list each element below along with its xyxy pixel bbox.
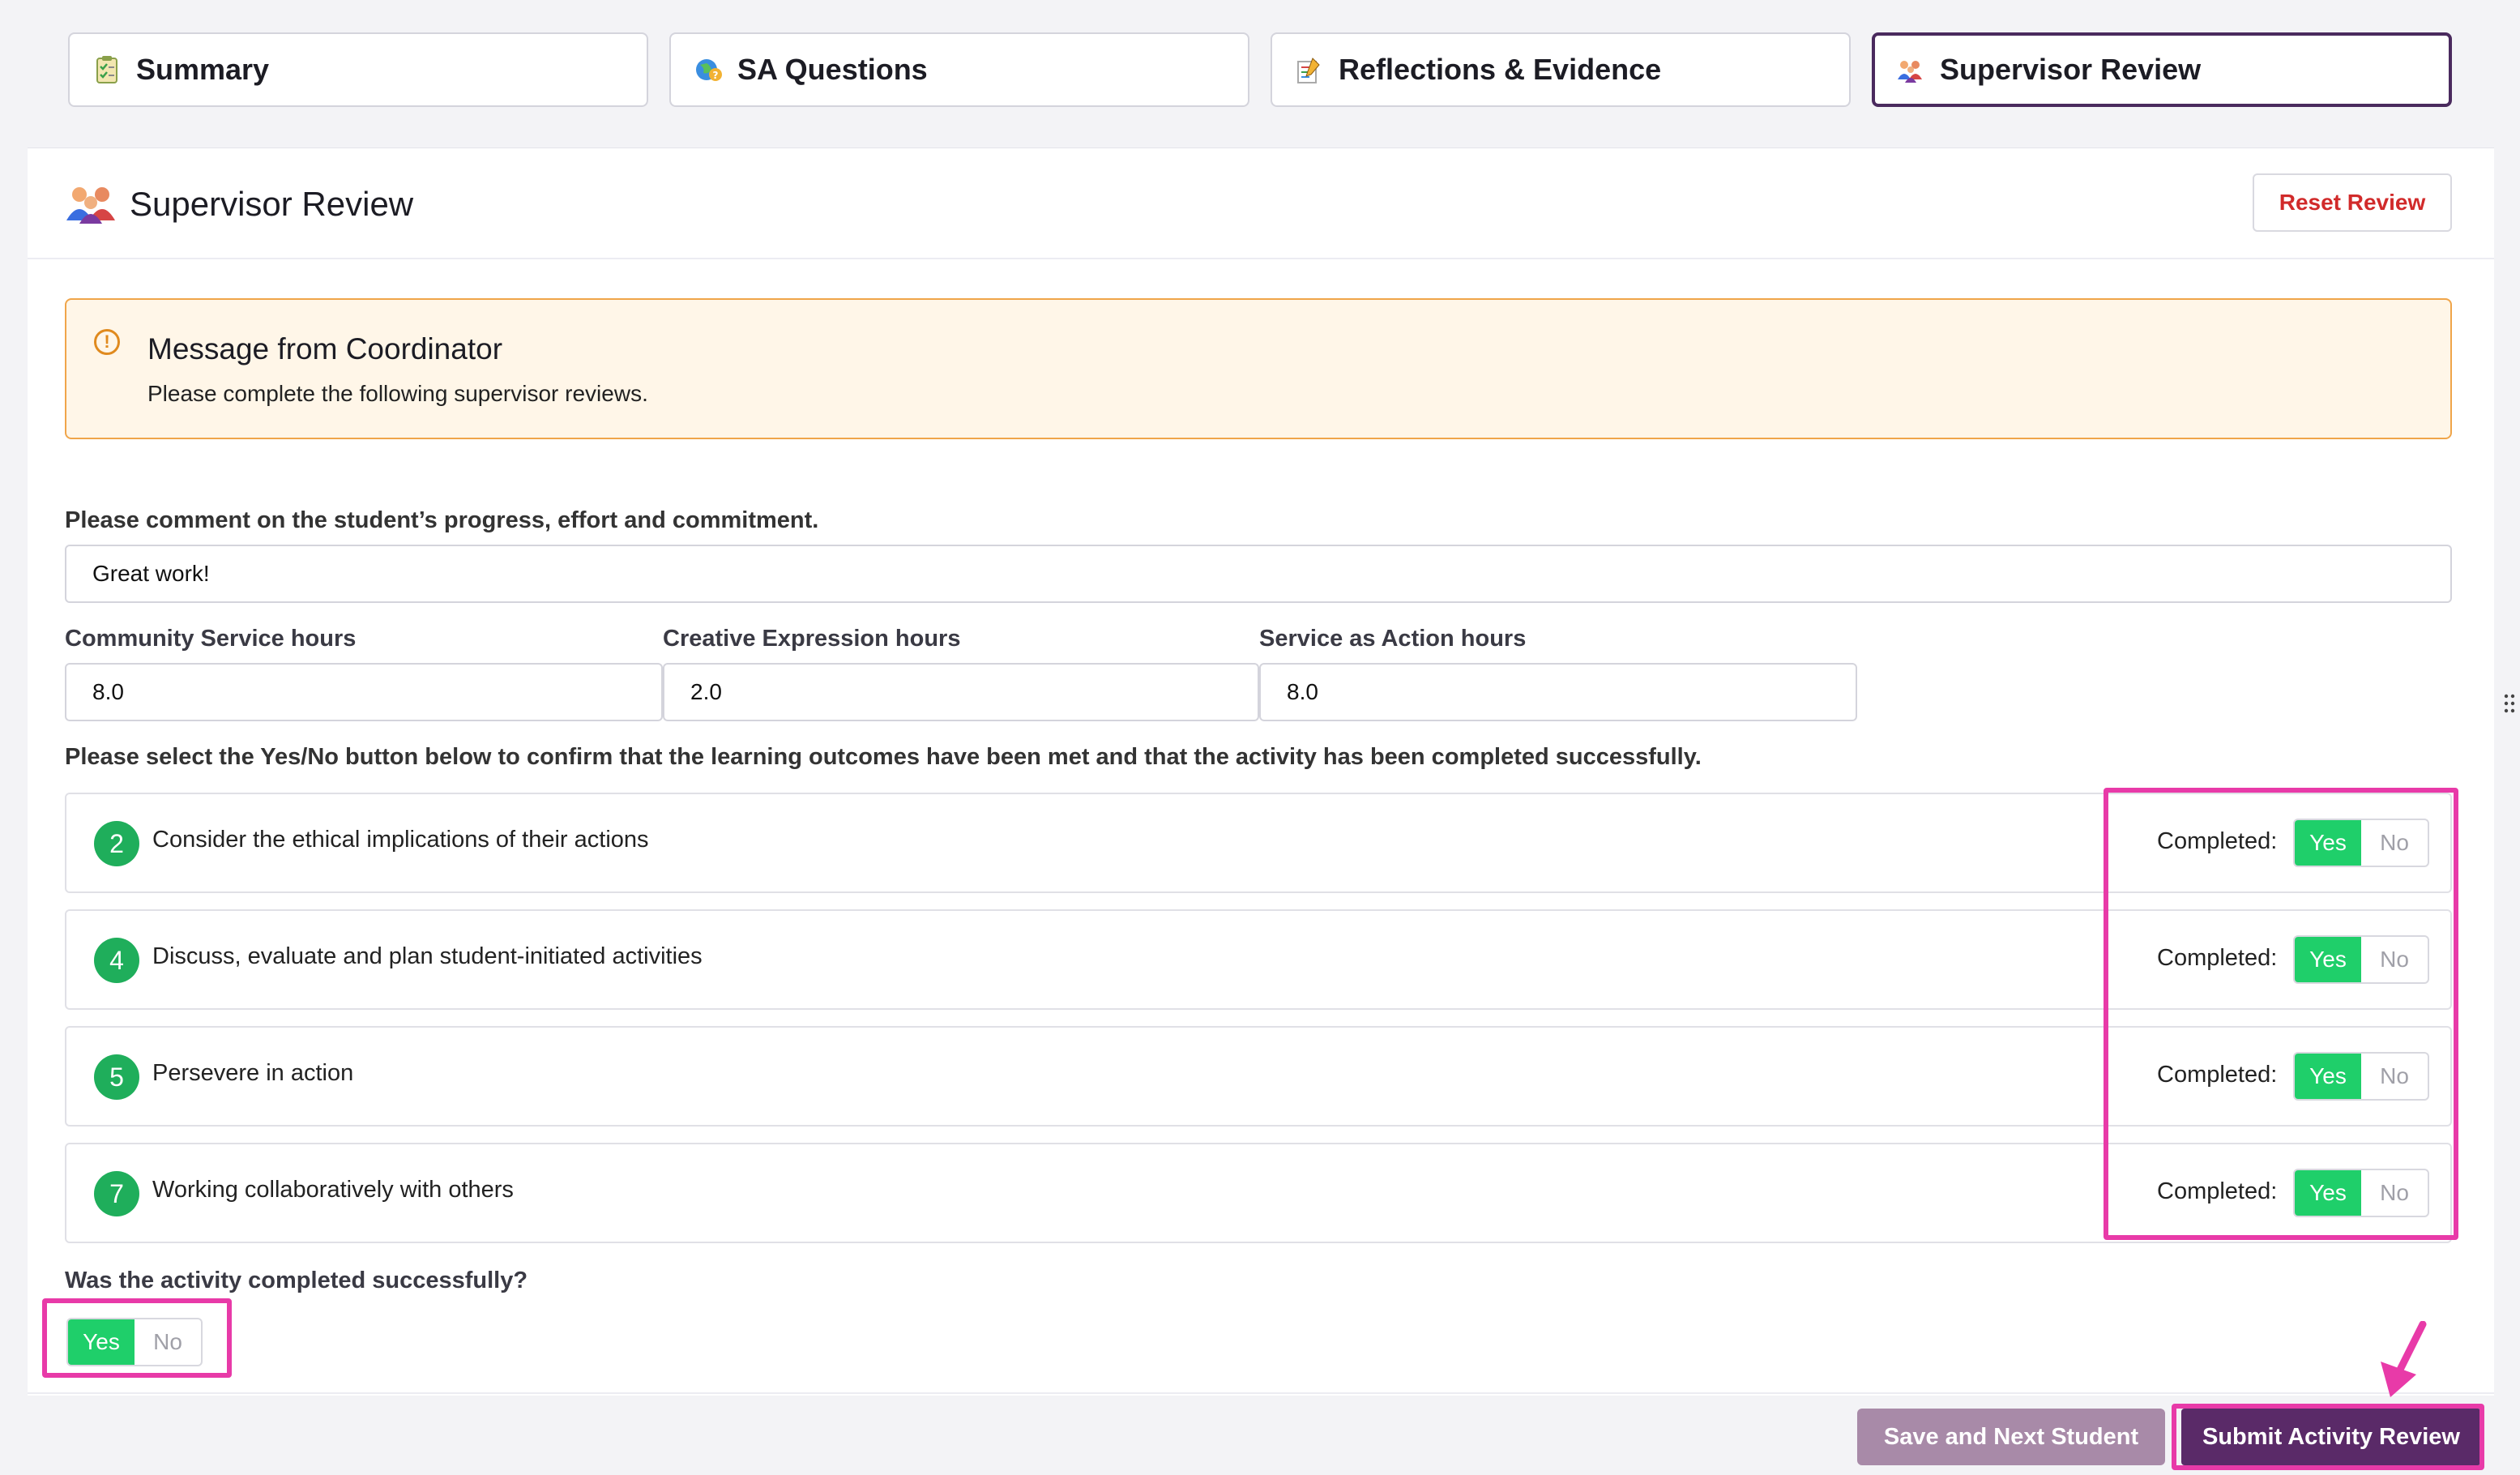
arrow-pointer-icon [2381, 1321, 2427, 1397]
learning-outcome-row: 2 Consider the ethical implications of t… [65, 793, 2452, 893]
people-group-icon [65, 183, 118, 224]
reset-review-button[interactable]: Reset Review [2253, 173, 2452, 232]
outcome-number-badge: 5 [94, 1054, 139, 1100]
learning-outcome-row: 7 Working collaboratively with others Co… [65, 1143, 2452, 1243]
tab-summary[interactable]: Summary [68, 32, 648, 107]
comment-label: Please comment on the student’s progress… [65, 507, 819, 533]
learning-outcome-row: 4 Discuss, evaluate and plan student-ini… [65, 909, 2452, 1010]
community-service-hours-input[interactable]: 8.0 [65, 663, 663, 721]
outcome-text: Persevere in action [152, 1060, 354, 1086]
tab-label: Reflections & Evidence [1339, 53, 1662, 86]
outcome-number-badge: 7 [94, 1171, 139, 1216]
footer-divider [28, 1392, 2494, 1394]
header-divider [28, 258, 2494, 259]
completed-toggles-highlight [2104, 788, 2458, 1240]
service-as-action-hours-label: Service as Action hours [1259, 626, 1527, 652]
svg-text:?: ? [713, 70, 719, 81]
creative-expression-hours-label: Creative Expression hours [663, 626, 961, 652]
comment-input[interactable]: Great work! [65, 545, 2452, 603]
notes-pencil-icon [1295, 55, 1324, 84]
tab-supervisor-review[interactable]: Supervisor Review [1872, 32, 2452, 107]
tab-label: SA Questions [737, 53, 928, 86]
page-title: Supervisor Review [130, 185, 414, 223]
instructions-text: Please select the Yes/No button below to… [65, 744, 1702, 770]
coordinator-message: ! Message from Coordinator Please comple… [65, 298, 2452, 439]
outcome-text: Discuss, evaluate and plan student-initi… [152, 943, 703, 969]
tab-label: Supervisor Review [1940, 53, 2202, 86]
service-as-action-hours-input[interactable]: 8.0 [1259, 663, 1857, 721]
message-title: Message from Coordinator [147, 332, 503, 366]
drag-handle-icon[interactable] [2504, 694, 2515, 713]
community-service-hours-label: Community Service hours [65, 626, 357, 652]
activity-toggle-highlight [42, 1298, 232, 1378]
clipboard-check-icon [92, 55, 122, 84]
outcome-number-badge: 2 [94, 821, 139, 866]
tab-reflections-evidence[interactable]: Reflections & Evidence [1271, 32, 1851, 107]
submit-button-highlight [2172, 1404, 2484, 1470]
creative-expression-hours-input[interactable]: 2.0 [663, 663, 1259, 721]
tab-sa-questions[interactable]: ? SA Questions [669, 32, 1249, 107]
people-group-icon [1896, 55, 1925, 84]
message-text: Please complete the following supervisor… [147, 381, 648, 406]
info-icon: ! [94, 329, 120, 355]
outcome-text: Consider the ethical implications of the… [152, 827, 649, 853]
outcome-number-badge: 4 [94, 938, 139, 983]
activity-completed-question: Was the activity completed successfully? [65, 1268, 528, 1293]
tab-label: Summary [136, 53, 270, 86]
globe-question-icon: ? [694, 55, 723, 84]
save-and-next-student-button[interactable]: Save and Next Student [1857, 1409, 2165, 1465]
learning-outcome-row: 5 Persevere in action Completed: Yes No [65, 1026, 2452, 1127]
outcome-text: Working collaboratively with others [152, 1177, 514, 1203]
